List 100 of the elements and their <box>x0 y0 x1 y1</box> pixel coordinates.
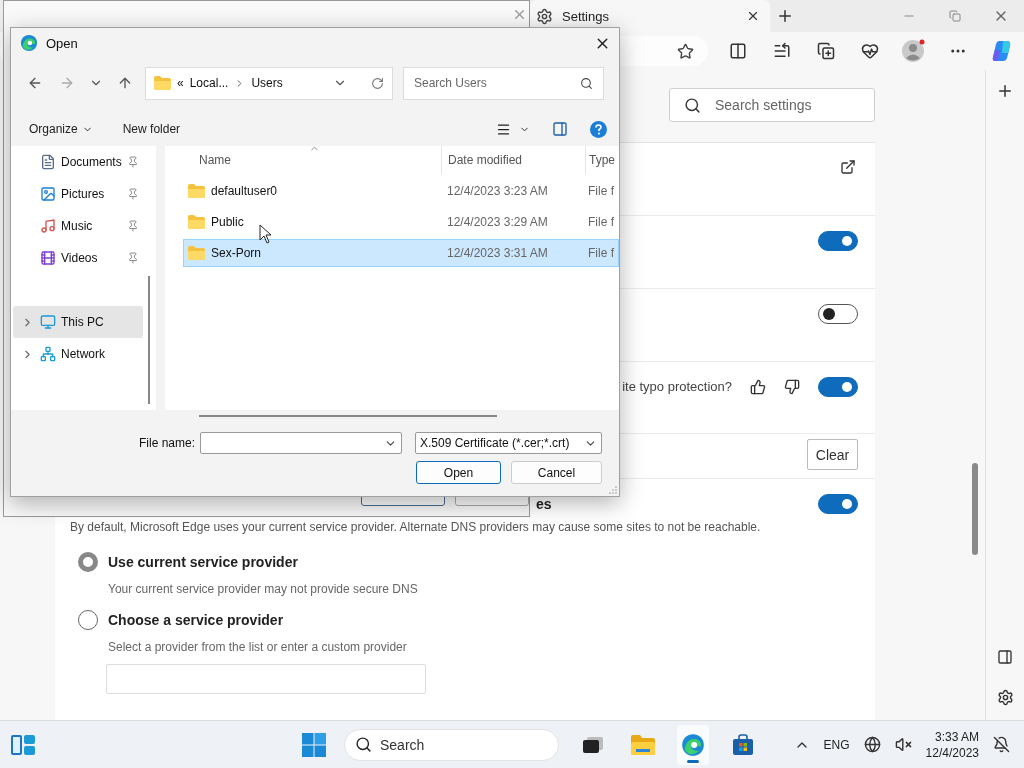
heart-pulse-icon[interactable] <box>861 42 879 60</box>
favorites-icon[interactable] <box>773 42 791 60</box>
toggle-switch[interactable] <box>818 304 858 324</box>
thumbs-up-icon[interactable] <box>750 379 766 395</box>
back-icon[interactable] <box>27 75 43 91</box>
cancel-button[interactable]: Cancel <box>511 461 602 484</box>
refresh-icon[interactable] <box>371 76 384 90</box>
language-indicator[interactable]: ENG <box>823 737 850 752</box>
option-hint: Your current service provider may not provide secure DNS <box>108 582 419 596</box>
thumbs-down-icon[interactable] <box>784 379 800 395</box>
option-label: Choose a service provider <box>108 612 284 628</box>
toggle-switch[interactable] <box>818 494 858 514</box>
nav-item[interactable]: Network <box>13 338 143 370</box>
search-placeholder: Search settings <box>715 97 812 113</box>
view-menu[interactable] <box>496 121 530 137</box>
start-icon[interactable] <box>302 732 326 757</box>
profile-avatar-icon[interactable] <box>902 39 926 63</box>
search-field[interactable]: Search Users <box>403 66 604 100</box>
file-name-label: File name: <box>138 436 195 450</box>
file-row[interactable]: Public 12/4/2023 3:29 AM File f <box>183 208 619 236</box>
task-view-icon[interactable] <box>582 735 604 754</box>
folder-icon <box>188 184 205 198</box>
file-type-dropdown[interactable]: X.509 Certificate (*.cer;*.crt) <box>415 432 602 454</box>
add-icon[interactable] <box>996 82 1014 100</box>
type-cell-text: File f <box>587 246 615 260</box>
globe-icon[interactable] <box>863 736 881 753</box>
side-panel-icon[interactable] <box>997 649 1013 665</box>
folder-icon[interactable] <box>631 734 655 755</box>
type-cell-text: File f <box>587 184 615 198</box>
breadcrumb-item[interactable]: Local... <box>189 76 229 90</box>
type-cell-text: File f <box>587 215 615 229</box>
column-header[interactable]: Name <box>165 146 441 174</box>
nav-item[interactable]: Music <box>13 210 143 242</box>
setting-title: es <box>536 496 552 512</box>
collections-icon[interactable] <box>817 42 835 60</box>
nav-icon <box>40 218 56 234</box>
scrollbar[interactable] <box>972 463 978 555</box>
resize-grip-icon[interactable] <box>609 486 617 494</box>
split-screen-icon[interactable] <box>729 42 747 60</box>
new-folder-button[interactable]: New folder <box>122 122 181 136</box>
search-icon <box>355 736 372 753</box>
scrollbar[interactable] <box>199 415 497 417</box>
notification-icon[interactable] <box>993 736 1010 753</box>
address-field[interactable]: « Local... Users <box>145 66 393 100</box>
widgets-icon[interactable] <box>10 733 36 756</box>
taskbar-search-field[interactable]: Search <box>344 728 559 761</box>
date-cell-text: 12/4/2023 3:29 AM <box>446 215 549 229</box>
up-icon[interactable] <box>117 75 133 91</box>
nav-icon <box>40 314 56 330</box>
search-icon <box>684 96 701 114</box>
close-icon[interactable] <box>746 9 760 23</box>
star-icon[interactable] <box>677 42 694 60</box>
date-cell-text: 12/4/2023 3:31 AM <box>446 246 549 260</box>
open-button[interactable]: Open <box>416 461 501 484</box>
organize-menu[interactable]: Organize <box>29 122 93 136</box>
column-header[interactable]: Date modified <box>441 146 585 174</box>
column-header[interactable]: Type <box>585 146 617 174</box>
toggle-switch[interactable] <box>818 231 858 251</box>
nav-icon <box>40 250 56 266</box>
radio-button[interactable] <box>78 610 98 630</box>
provider-input-field[interactable] <box>106 664 426 694</box>
clock[interactable]: 3:33 AM 12/4/2023 <box>925 729 979 760</box>
folder-icon <box>188 246 205 260</box>
muted-speaker-icon[interactable] <box>894 736 912 753</box>
setting-description: By default, Microsoft Edge uses your current service provider. Alternate DNS providers may cause some sites to not be reachable. <box>70 520 762 534</box>
search-settings-field[interactable]: Search settings <box>669 88 875 122</box>
file-name: Public <box>211 215 244 229</box>
nav-icon <box>40 186 56 202</box>
browser-icon[interactable] <box>681 732 705 757</box>
new-tab-icon[interactable] <box>776 7 794 25</box>
file-row[interactable]: defaultuser0 12/4/2023 3:23 AM File f <box>183 177 619 205</box>
file-name-field[interactable] <box>200 432 402 454</box>
settings-icon <box>536 7 553 25</box>
search-icon <box>580 76 593 90</box>
search-placeholder: Search <box>380 736 425 753</box>
mouse-cursor-icon <box>259 224 273 244</box>
option-hint: Select a provider from the list or enter a custom provider <box>108 640 408 654</box>
list-view-icon <box>496 121 511 137</box>
overflow-chevrons[interactable]: « <box>177 76 184 90</box>
help-icon[interactable] <box>590 120 607 138</box>
breadcrumb-item[interactable]: Users <box>251 76 283 90</box>
setting-label: ite typo protection? <box>622 379 732 394</box>
toggle-switch[interactable] <box>818 377 858 397</box>
store-icon[interactable] <box>732 733 754 756</box>
nav-item[interactable]: Videos <box>13 242 143 274</box>
external-link-icon[interactable] <box>840 159 856 175</box>
browser-tab[interactable]: Settings <box>530 0 770 32</box>
nav-item[interactable]: Pictures <box>13 178 143 210</box>
file-row[interactable]: Sex-Porn 12/4/2023 3:31 AM File f <box>183 239 619 267</box>
nav-item[interactable]: This PC <box>13 306 143 338</box>
nav-icon <box>40 154 56 170</box>
scrollbar[interactable] <box>148 276 151 404</box>
radio-button[interactable] <box>78 552 98 572</box>
folder-icon <box>188 215 205 229</box>
settings-icon[interactable] <box>996 689 1014 706</box>
nav-item[interactable]: Documents <box>13 146 143 178</box>
dialog-title: Open <box>46 35 78 51</box>
clear-button[interactable]: Clear <box>807 439 858 470</box>
nav-icon <box>40 346 56 362</box>
preview-pane-icon[interactable] <box>552 121 568 137</box>
